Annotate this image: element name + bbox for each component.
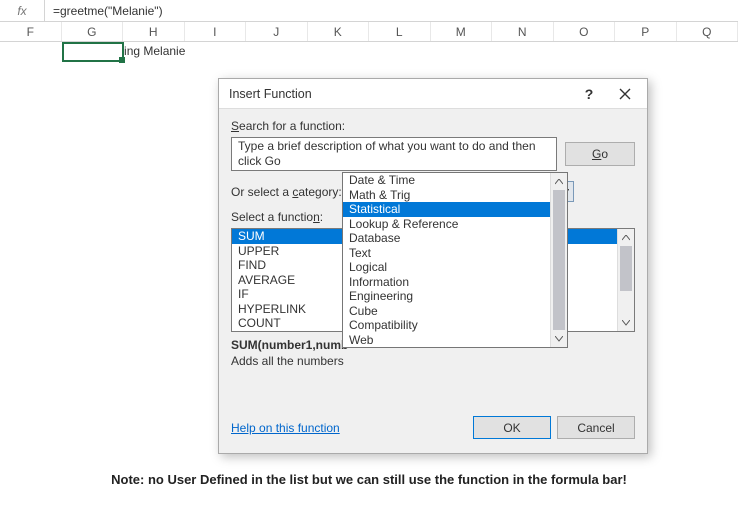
col-header[interactable]: L [369, 22, 431, 41]
formula-input[interactable] [45, 0, 738, 21]
col-header[interactable]: M [431, 22, 493, 41]
spreadsheet-grid: F G H I J K L M N O P Q Good Morning Mel… [0, 22, 738, 64]
insert-function-dialog: Insert Function ? Search for a function:… [218, 78, 648, 454]
search-input[interactable]: Type a brief description of what you wan… [231, 137, 557, 171]
scrollbar-vertical[interactable] [550, 173, 567, 347]
chevron-down-icon [622, 320, 630, 326]
scrollbar-track[interactable] [618, 246, 634, 314]
category-option[interactable]: Lookup & Reference [343, 217, 567, 232]
selected-cell[interactable] [62, 42, 124, 62]
category-option[interactable]: Date & Time [343, 173, 567, 188]
cell-row[interactable]: Good Morning Melanie [0, 42, 738, 64]
category-option[interactable]: Compatibility [343, 318, 567, 333]
go-button[interactable]: Go [565, 142, 635, 166]
search-label: Search for a function: [231, 119, 635, 133]
category-option[interactable]: Web [343, 333, 567, 348]
scroll-down-button[interactable] [618, 314, 634, 331]
category-option[interactable]: Statistical [343, 202, 567, 217]
category-option[interactable]: Math & Trig [343, 188, 567, 203]
cancel-button[interactable]: Cancel [557, 416, 635, 439]
chevron-down-icon [555, 336, 563, 342]
help-link[interactable]: Help on this function [231, 421, 467, 435]
annotation-note: Note: no User Defined in the list but we… [0, 472, 738, 487]
category-option[interactable]: Text [343, 246, 567, 261]
category-option[interactable]: Database [343, 231, 567, 246]
category-dropdown[interactable]: Date & TimeMath & TrigStatisticalLookup … [342, 172, 568, 348]
dialog-footer: Help on this function OK Cancel [231, 416, 635, 441]
category-option[interactable]: Logical [343, 260, 567, 275]
dialog-titlebar[interactable]: Insert Function ? [219, 79, 647, 109]
close-icon [619, 88, 631, 100]
fx-label[interactable]: fx [0, 0, 45, 21]
col-header[interactable]: F [0, 22, 62, 41]
scrollbar-track[interactable] [551, 190, 567, 330]
scroll-up-button[interactable] [618, 229, 634, 246]
category-option[interactable]: Information [343, 275, 567, 290]
help-button[interactable]: ? [571, 80, 607, 108]
col-header[interactable]: O [554, 22, 616, 41]
dialog-body: Search for a function: Type a brief desc… [219, 109, 647, 453]
scroll-up-button[interactable] [551, 173, 567, 190]
col-header[interactable]: J [246, 22, 308, 41]
col-header[interactable]: I [185, 22, 247, 41]
scrollbar-thumb[interactable] [553, 190, 565, 330]
category-option[interactable]: Engineering [343, 289, 567, 304]
function-description: Adds all the numbers [231, 354, 635, 368]
category-label: Or select a category: [231, 185, 342, 199]
column-headers: F G H I J K L M N O P Q [0, 22, 738, 42]
col-header[interactable]: H [123, 22, 185, 41]
col-header[interactable]: P [615, 22, 677, 41]
category-option[interactable]: Cube [343, 304, 567, 319]
col-header[interactable]: K [308, 22, 370, 41]
close-button[interactable] [607, 80, 643, 108]
col-header[interactable]: G [62, 22, 124, 41]
chevron-up-icon [622, 235, 630, 241]
col-header[interactable]: N [492, 22, 554, 41]
scrollbar-vertical[interactable] [617, 229, 634, 331]
ok-button[interactable]: OK [473, 416, 551, 439]
fill-handle[interactable] [119, 57, 125, 63]
formula-bar: fx [0, 0, 738, 22]
scroll-down-button[interactable] [551, 330, 567, 347]
chevron-up-icon [555, 179, 563, 185]
col-header[interactable]: Q [677, 22, 738, 41]
dialog-title: Insert Function [229, 87, 571, 101]
scrollbar-thumb[interactable] [620, 246, 632, 291]
